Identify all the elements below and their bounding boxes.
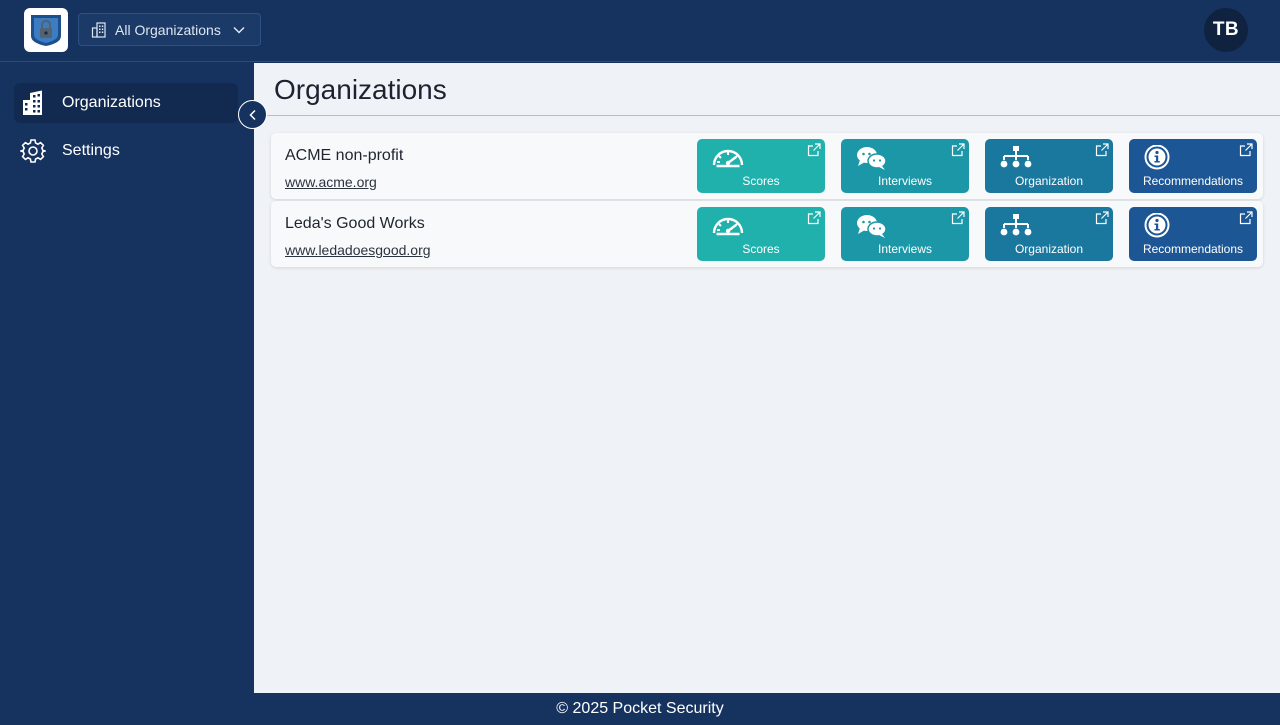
scores-button[interactable]: Scores: [697, 207, 825, 261]
building-icon: [23, 90, 42, 115]
sidebar-item-settings[interactable]: Settings: [14, 131, 238, 171]
info-icon: [1144, 213, 1170, 238]
main-content: Organizations ACME non-profit www.acme.o…: [254, 63, 1280, 693]
recommendations-button[interactable]: Recommendations: [1129, 207, 1257, 261]
organization-card: ACME non-profit www.acme.org Scores Inte…: [271, 133, 1263, 199]
speedometer-icon: [712, 217, 744, 236]
building-icon: [91, 21, 106, 38]
recommendations-button-label: Recommendations: [1142, 242, 1244, 256]
chevron-left-icon: [248, 109, 256, 120]
info-icon: [1144, 145, 1170, 170]
chevron-down-icon: [233, 26, 245, 34]
recommendations-button-label: Recommendations: [1142, 174, 1244, 188]
interviews-button-label: Interviews: [877, 242, 933, 256]
interviews-button[interactable]: Interviews: [841, 139, 969, 193]
organization-button[interactable]: Organization: [985, 207, 1113, 261]
recommendations-button[interactable]: Recommendations: [1129, 139, 1257, 193]
gear-icon: [20, 139, 46, 163]
divider: [254, 115, 1280, 116]
chat-bubbles-icon: [857, 215, 887, 238]
organization-name: ACME non-profit: [285, 147, 404, 164]
page-title: Organizations: [274, 74, 447, 105]
organization-url-link[interactable]: www.acme.org: [285, 174, 377, 190]
external-link-icon: [807, 143, 821, 157]
external-link-icon: [807, 211, 821, 225]
org-chart-icon: [1000, 214, 1032, 236]
organization-button-label: Organization: [1014, 242, 1084, 256]
organization-selector-label: All Organizations: [115, 21, 221, 38]
organization-selector[interactable]: All Organizations: [78, 13, 261, 46]
chat-bubbles-icon: [857, 147, 887, 170]
footer: © 2025 Pocket Security: [0, 693, 1280, 720]
organization-name: Leda's Good Works: [285, 215, 425, 232]
external-link-icon: [1239, 211, 1253, 225]
top-bar: All Organizations TB: [0, 0, 1280, 62]
scores-button-label: Scores: [742, 242, 780, 256]
organization-url-link[interactable]: www.ledadoesgood.org: [285, 242, 431, 258]
app-logo[interactable]: [24, 8, 68, 52]
organization-card: Leda's Good Works www.ledadoesgood.org S…: [271, 201, 1263, 267]
scores-button-label: Scores: [742, 174, 780, 188]
interviews-button[interactable]: Interviews: [841, 207, 969, 261]
external-link-icon: [1095, 143, 1109, 157]
sidebar-item-label: Organizations: [62, 94, 161, 111]
sidebar: Organizations Settings: [0, 63, 254, 693]
external-link-icon: [951, 143, 965, 157]
sidebar-item-organizations[interactable]: Organizations: [14, 83, 238, 123]
interviews-button-label: Interviews: [877, 174, 933, 188]
org-chart-icon: [1000, 146, 1032, 168]
sidebar-item-label: Settings: [62, 142, 120, 159]
external-link-icon: [951, 211, 965, 225]
shield-lock-icon: [31, 15, 61, 46]
external-link-icon: [1239, 143, 1253, 157]
speedometer-icon: [712, 149, 744, 168]
collapse-sidebar-button[interactable]: [238, 100, 267, 129]
user-avatar[interactable]: TB: [1204, 8, 1248, 52]
copyright-text: © 2025 Pocket Security: [556, 700, 724, 717]
external-link-icon: [1095, 211, 1109, 225]
organization-button-label: Organization: [1014, 174, 1084, 188]
organization-button[interactable]: Organization: [985, 139, 1113, 193]
scores-button[interactable]: Scores: [697, 139, 825, 193]
